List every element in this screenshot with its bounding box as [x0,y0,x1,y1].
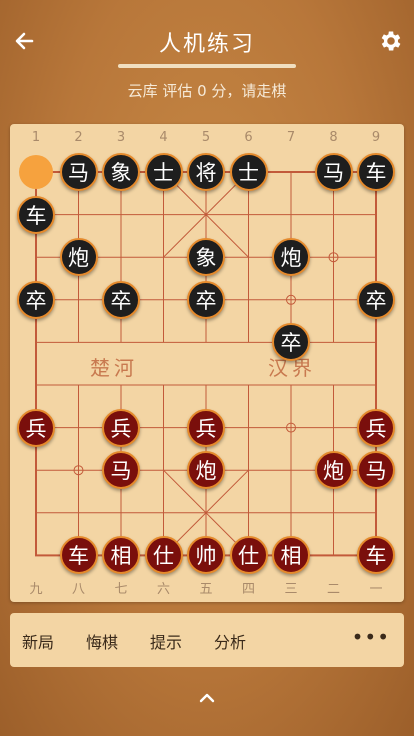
river-left-label: 楚河 [90,356,138,380]
file-number-bottom: 四 [241,582,255,597]
file-number-bottom: 九 [29,582,43,597]
file-number-bottom: 七 [114,582,128,597]
page-title: 人机练习 [158,32,255,57]
action-bar: 新局 悔棋 提示 分析 ••• [10,613,404,667]
chevron-up-icon[interactable] [197,690,217,706]
file-number-top: 8 [329,130,338,145]
more-options-button[interactable]: ••• [352,625,390,649]
file-number-top: 5 [201,130,211,145]
top-bar: 人机练习 [0,0,414,80]
red-piece[interactable]: 炮 [314,451,353,490]
chevron-up-svg [199,693,215,703]
red-piece[interactable]: 兵 [17,408,55,447]
analyze-button[interactable]: 分析 [214,629,246,653]
file-number-bottom: 五 [199,582,213,597]
black-piece[interactable]: 炮 [272,238,310,277]
black-piece[interactable]: 士 [229,153,268,191]
red-piece[interactable]: 兵 [357,408,395,447]
file-number-top: 6 [244,130,253,145]
black-piece[interactable]: 卒 [357,280,395,319]
red-piece[interactable]: 仕 [144,536,183,575]
black-piece[interactable]: 炮 [59,238,98,277]
red-piece[interactable]: 马 [357,451,395,490]
black-piece[interactable]: 士 [144,153,183,191]
black-piece[interactable]: 马 [59,153,98,191]
black-piece[interactable]: 将 [187,153,225,191]
board-grid [35,171,377,557]
black-piece[interactable]: 车 [17,195,55,234]
file-number-top: 4 [159,130,168,145]
red-piece[interactable]: 仕 [229,536,268,575]
black-piece[interactable]: 象 [102,153,140,191]
black-piece[interactable]: 卒 [187,280,225,319]
red-piece[interactable]: 兵 [102,408,140,447]
file-number-top: 7 [286,130,296,145]
red-piece[interactable]: 炮 [187,451,225,490]
red-piece[interactable]: 兵 [187,408,225,447]
hint-button[interactable]: 提示 [150,629,182,653]
gear-icon[interactable] [378,28,404,54]
undo-button[interactable]: 悔棋 [86,629,118,653]
file-number-bottom: 一 [369,582,383,597]
black-piece[interactable]: 象 [187,238,225,277]
file-number-bottom: 三 [284,582,298,597]
new-game-button[interactable]: 新局 [22,629,54,653]
file-number-top: 9 [371,130,381,145]
evaluation-status: 云库 评估 0 分，请走棋 [127,82,287,100]
title-underline [118,64,296,68]
black-piece[interactable]: 卒 [17,280,55,319]
last-move-marker [19,155,53,189]
file-number-bottom: 六 [156,582,170,597]
red-piece[interactable]: 车 [59,536,98,575]
chess-board[interactable]: 楚河 汉界 123456789九八七六五四三二一马象士将士马车车炮象炮卒卒卒卒卒… [10,124,404,602]
gear-svg [381,31,401,51]
file-number-top: 2 [74,130,83,145]
file-number-top: 3 [116,130,126,145]
file-number-top: 1 [31,130,41,145]
file-number-bottom: 二 [326,582,340,597]
file-number-bottom: 八 [71,582,85,597]
black-piece[interactable]: 车 [357,153,395,191]
black-piece[interactable]: 卒 [102,280,140,319]
red-piece[interactable]: 马 [102,451,140,490]
black-piece[interactable]: 马 [314,153,353,191]
